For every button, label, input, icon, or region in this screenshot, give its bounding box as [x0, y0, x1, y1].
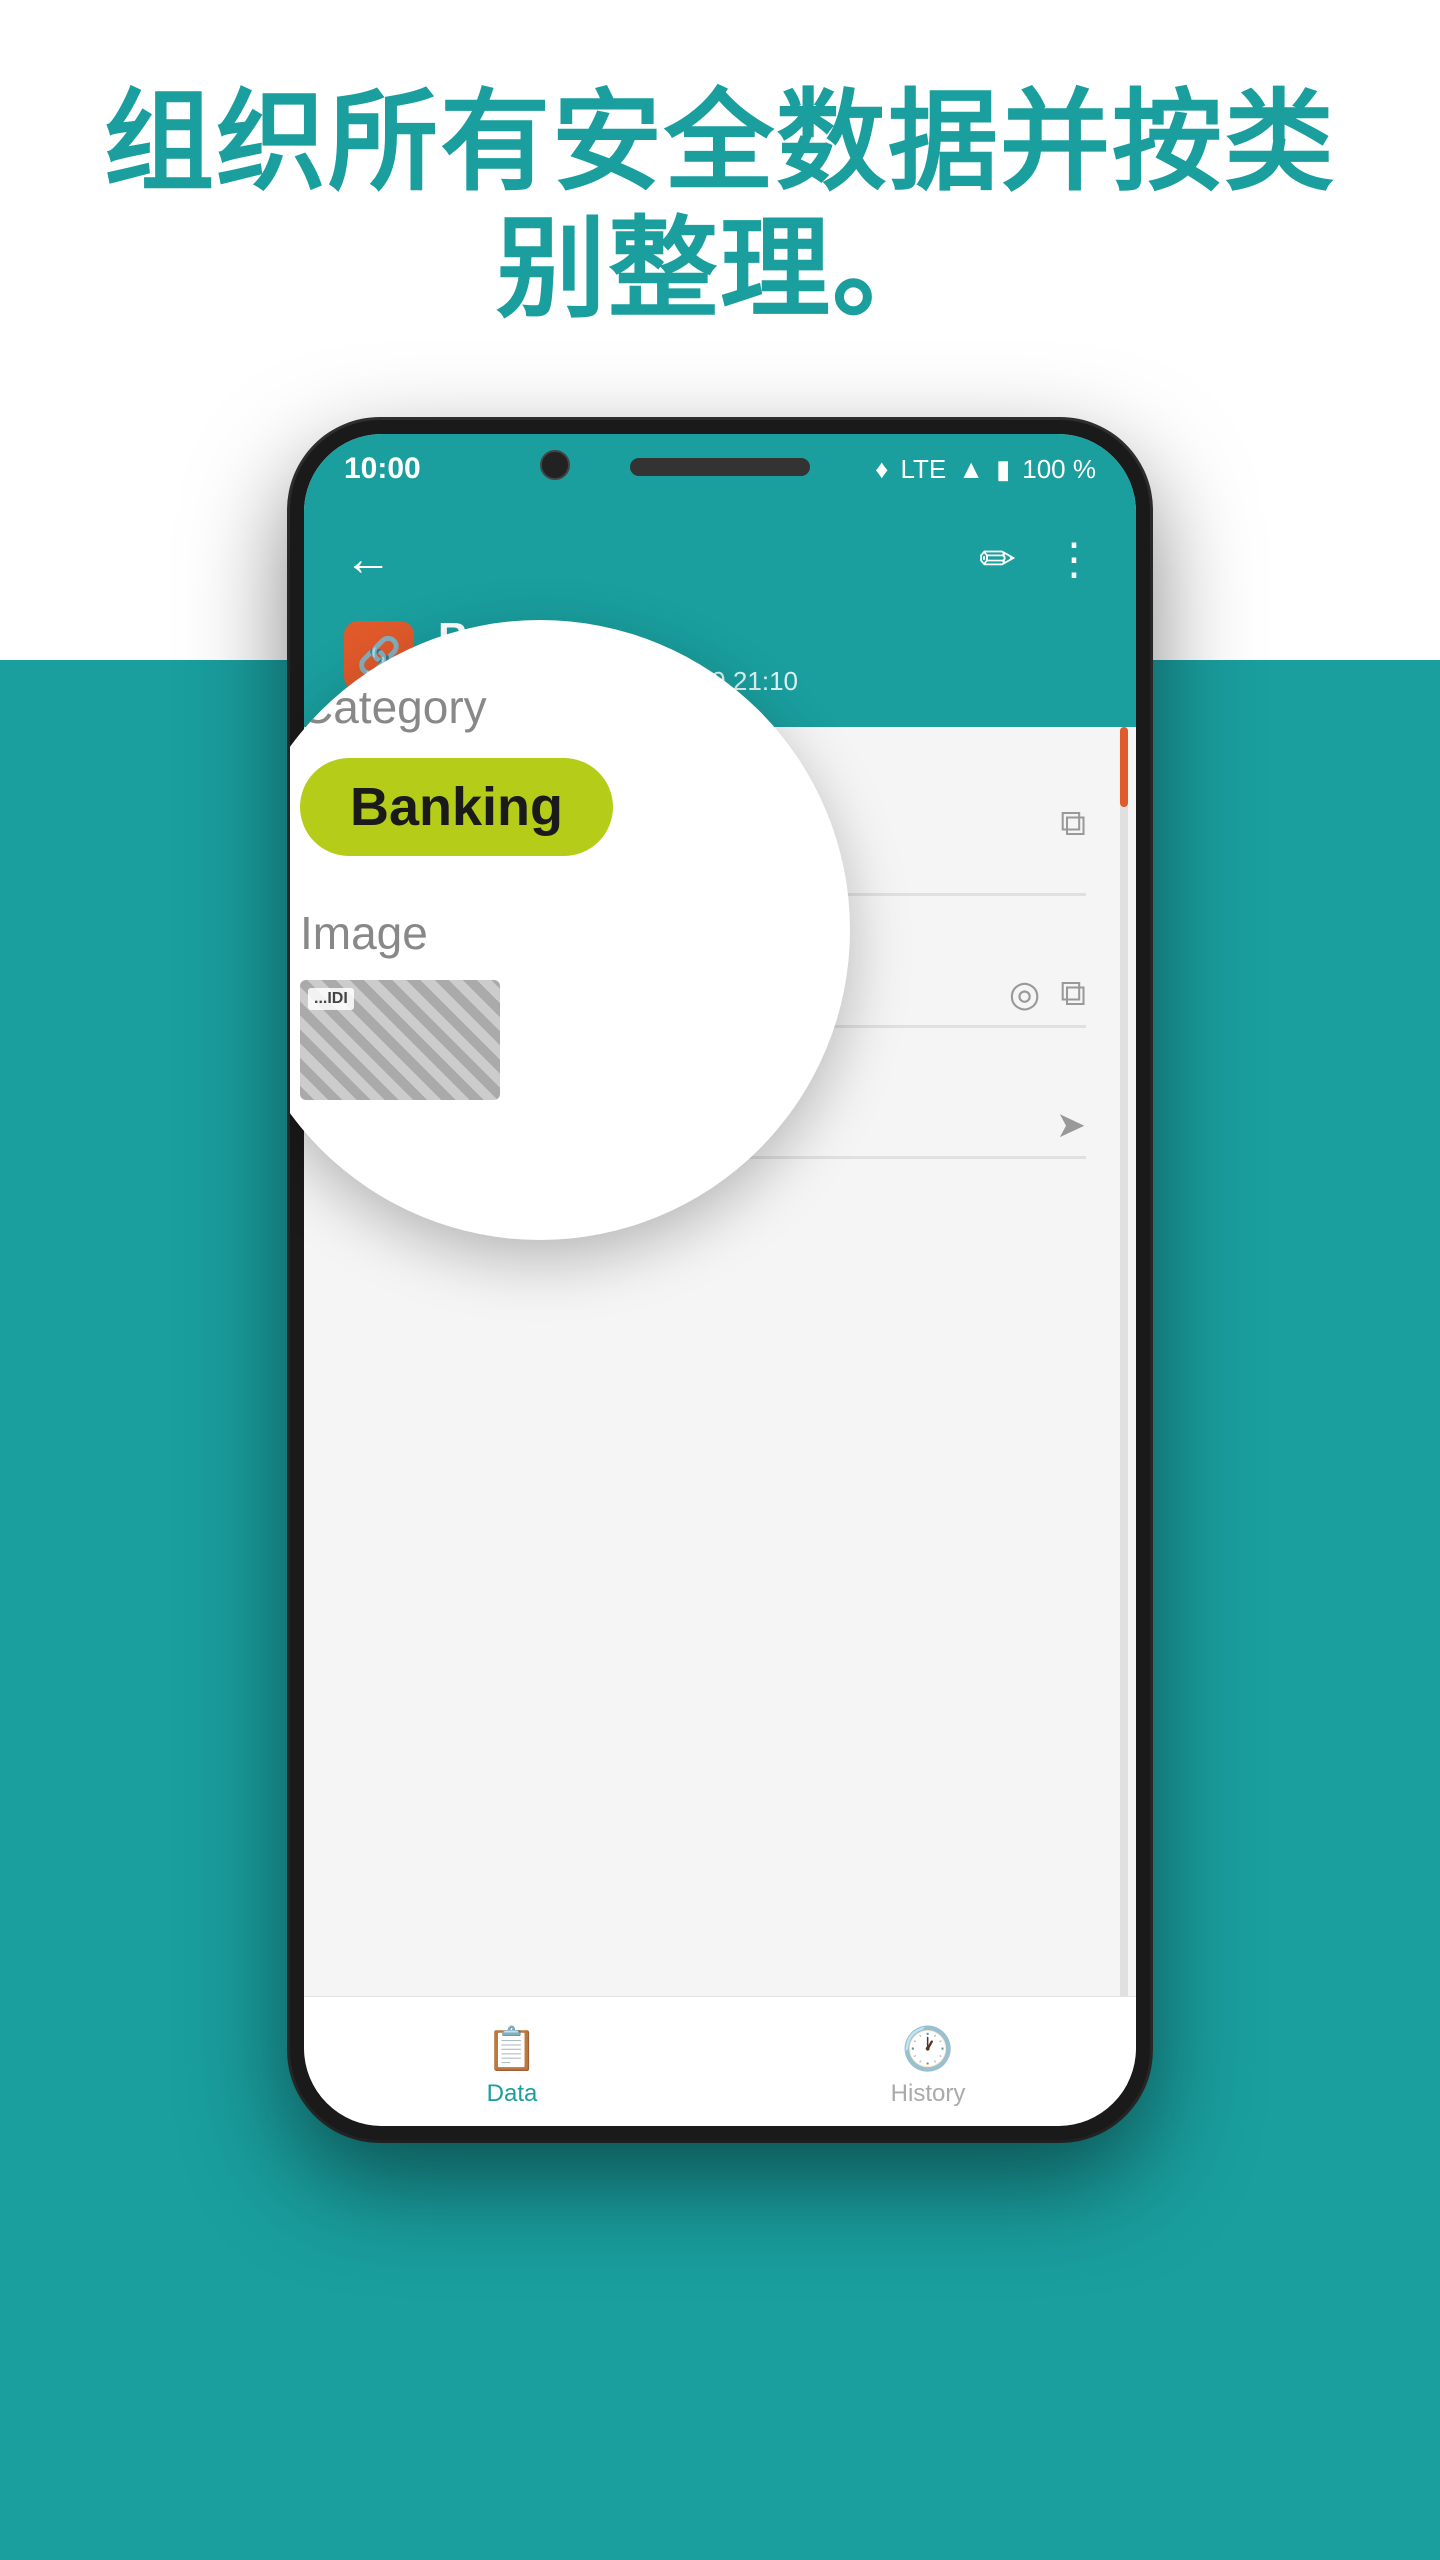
lte-label: LTE: [900, 454, 946, 485]
magnify-image-text: ...IDI: [308, 988, 354, 1010]
phone-mockup: 10:00 ♦ LTE ▲ ▮ 100 % ← ✏ ⋮: [290, 420, 1150, 2140]
data-nav-label: Data: [487, 2080, 538, 2108]
history-nav-icon: 🕐: [902, 2025, 954, 2074]
image-field-actions: ⧉: [1060, 802, 1086, 845]
phone-camera: [540, 450, 570, 480]
battery-icon: ▮: [996, 454, 1010, 485]
more-button[interactable]: ⋮: [1052, 534, 1096, 585]
magnify-category-label: Category: [300, 680, 780, 734]
magnify-image-thumb: ...IDI: [300, 980, 500, 1100]
phone-shell: 10:00 ♦ LTE ▲ ▮ 100 % ← ✏ ⋮: [290, 420, 1150, 2140]
magnify-image-inner: ...IDI: [300, 980, 500, 1100]
data-nav-icon: 📋: [486, 2025, 538, 2074]
magnify-image-label: Image: [300, 906, 780, 960]
website-field-actions: ➤: [1056, 1104, 1086, 1146]
back-button[interactable]: ←: [344, 532, 392, 587]
toolbar-action-icons: ✏ ⋮: [979, 534, 1096, 585]
signal-icon: ▲: [958, 454, 984, 485]
history-nav-label: History: [891, 2080, 966, 2108]
status-icons: ♦ LTE ▲ ▮ 100 %: [875, 454, 1096, 485]
magnify-category-value: Banking: [300, 758, 613, 856]
password-field-actions: ◎ ⧉: [1009, 972, 1086, 1015]
copy-password-icon[interactable]: ⧉: [1060, 972, 1086, 1015]
app-toolbar: ← ✏ ⋮: [304, 504, 1136, 614]
bottom-navigation: 📋 Data 🕐 History: [304, 1996, 1136, 2126]
headline: 组织所有安全数据并按类别整理。: [60, 80, 1380, 333]
visibility-toggle-icon[interactable]: ◎: [1009, 973, 1040, 1015]
scrollbar[interactable]: [1120, 727, 1128, 2126]
open-website-icon[interactable]: ➤: [1056, 1104, 1086, 1146]
nav-item-data[interactable]: 📋 Data: [304, 2015, 720, 2108]
status-time: 10:00: [344, 452, 421, 486]
battery-level: 100 %: [1022, 454, 1096, 485]
wifi-icon: ♦: [875, 454, 888, 485]
phone-speaker: [630, 458, 810, 476]
scrollbar-thumb: [1120, 727, 1128, 807]
nav-item-history[interactable]: 🕐 History: [720, 2015, 1136, 2108]
copy-image-icon[interactable]: ⧉: [1060, 802, 1086, 845]
top-section: 组织所有安全数据并按类别整理。: [0, 0, 1440, 373]
edit-button[interactable]: ✏: [979, 534, 1016, 585]
